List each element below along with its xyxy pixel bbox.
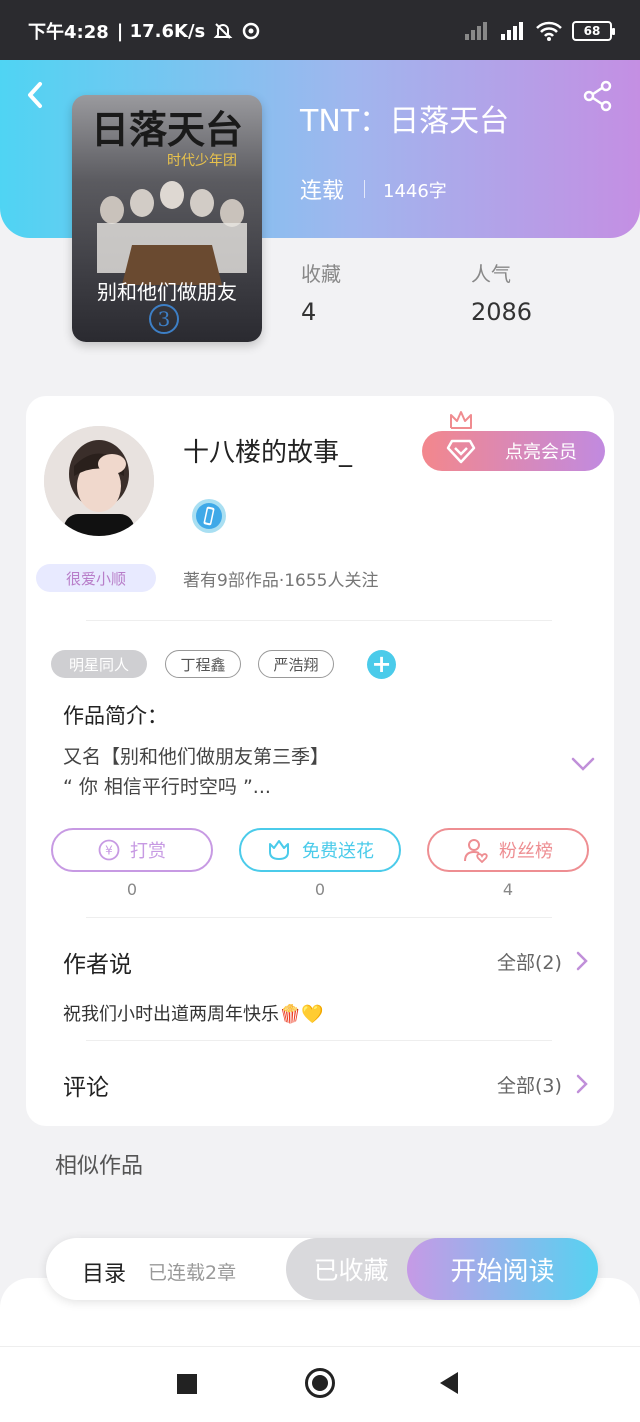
svg-text:¥: ¥ bbox=[105, 844, 113, 858]
flower-count: 0 bbox=[314, 880, 326, 899]
send-flower-label: 免费送花 bbox=[302, 841, 374, 862]
status-speed: | 17.6K/s bbox=[116, 20, 206, 42]
add-tag-button[interactable]: + bbox=[367, 650, 396, 679]
avatar[interactable] bbox=[44, 426, 154, 536]
tag-character-2[interactable]: 严浩翔 bbox=[258, 650, 334, 678]
cover-number-text: 3 bbox=[158, 307, 171, 331]
cover-title-text: 日落天台 bbox=[91, 107, 243, 152]
author-say-text: 祝我们小时出道两周年快乐🍿💛 bbox=[63, 1004, 324, 1025]
divider bbox=[364, 180, 365, 198]
tag-category[interactable]: 明星同人 bbox=[51, 650, 147, 678]
wifi-icon bbox=[536, 21, 562, 41]
send-flower-button[interactable]: 免费送花 bbox=[239, 828, 401, 872]
author-say-more-link[interactable]: 全部(2) bbox=[497, 948, 562, 975]
share-icon bbox=[583, 80, 612, 112]
favorites-value: 4 bbox=[301, 298, 317, 326]
share-button[interactable] bbox=[582, 80, 614, 112]
fan-ranking-label: 粉丝榜 bbox=[499, 841, 553, 862]
cover-image: 日落天台 时代少年团 别和他们做朋友 3 bbox=[72, 95, 262, 342]
avatar-image bbox=[44, 426, 154, 536]
cover-tagline-text: 别和他们做朋友 bbox=[97, 280, 237, 304]
start-reading-button[interactable]: 开始阅读 bbox=[407, 1238, 598, 1300]
intro-title: 作品简介： bbox=[63, 704, 168, 728]
reward-label: 打赏 bbox=[130, 841, 166, 862]
home-button[interactable] bbox=[305, 1368, 335, 1398]
intro-line-2: “ 你 相信平行时空吗 ”... bbox=[63, 776, 271, 798]
author-name[interactable]: 十八楼的故事_ bbox=[183, 432, 352, 469]
fan-ranking-button[interactable]: 粉丝榜 bbox=[427, 828, 589, 872]
comments-more-link[interactable]: 全部(3) bbox=[497, 1071, 562, 1098]
fan-tag: 很爱小顺 bbox=[36, 564, 156, 592]
yen-coin-icon: ¥ bbox=[98, 839, 120, 861]
vip-button-label: 点亮会员 bbox=[505, 442, 577, 463]
author-meta: 著有9部作品·1655人关注 bbox=[183, 571, 379, 591]
chevron-right-icon[interactable] bbox=[575, 1073, 589, 1095]
chevron-left-icon bbox=[28, 82, 42, 108]
popularity-label: 人气 bbox=[471, 262, 511, 286]
book-status: 连载 bbox=[300, 179, 345, 204]
toc-button[interactable]: 目录 bbox=[82, 1256, 126, 1288]
status-time: 下午4:28 bbox=[28, 22, 109, 43]
crown-icon bbox=[450, 411, 472, 429]
chevron-right-icon[interactable] bbox=[575, 950, 589, 972]
start-reading-label: 开始阅读 bbox=[450, 1256, 555, 1287]
fan-count: 4 bbox=[502, 880, 514, 899]
popularity-value: 2086 bbox=[471, 298, 533, 326]
battery-icon: 68 bbox=[572, 21, 615, 41]
signal-icon-2 bbox=[501, 22, 523, 40]
book-word-count: 1446字 bbox=[383, 181, 447, 202]
intro-text: 又名【别和他们做朋友第三季】 “ 你 相信平行时空吗 ”... bbox=[63, 742, 329, 802]
reward-count: 0 bbox=[126, 880, 138, 899]
flower-icon bbox=[269, 840, 289, 860]
author-badge-icon bbox=[192, 499, 226, 533]
recent-apps-button[interactable] bbox=[177, 1374, 197, 1394]
divider bbox=[86, 1040, 552, 1041]
back-button[interactable] bbox=[22, 80, 52, 110]
user-heart-icon bbox=[464, 839, 488, 863]
mute-bell-icon bbox=[213, 23, 233, 39]
toc-chapter-count[interactable]: 已连载2章 bbox=[148, 1258, 236, 1285]
favorited-label: 已收藏 bbox=[313, 1256, 389, 1285]
divider bbox=[86, 620, 552, 621]
signal-icon-1 bbox=[465, 22, 487, 40]
tag-character-1[interactable]: 丁程鑫 bbox=[165, 650, 241, 678]
author-say-title: 作者说 bbox=[63, 952, 132, 978]
comments-title: 评论 bbox=[63, 1075, 109, 1101]
sync-icon bbox=[243, 22, 260, 40]
status-bar: 下午4:28 | 17.6K/s 68 bbox=[0, 0, 640, 62]
cover-subtitle-text: 时代少年团 bbox=[167, 153, 237, 169]
reward-button[interactable]: ¥ 打赏 bbox=[51, 828, 213, 872]
intro-line-1: 又名【别和他们做朋友第三季】 bbox=[63, 746, 330, 768]
divider bbox=[86, 917, 552, 918]
chevron-down-icon[interactable] bbox=[570, 756, 596, 772]
system-back-button[interactable] bbox=[440, 1372, 458, 1394]
book-cover[interactable]: 日落天台 时代少年团 别和他们做朋友 3 bbox=[72, 95, 262, 342]
book-title: TNT：日落天台 bbox=[300, 104, 510, 139]
similar-works-title: 相似作品 bbox=[55, 1154, 144, 1179]
diamond-icon bbox=[446, 439, 476, 464]
favorites-label: 收藏 bbox=[301, 262, 341, 286]
